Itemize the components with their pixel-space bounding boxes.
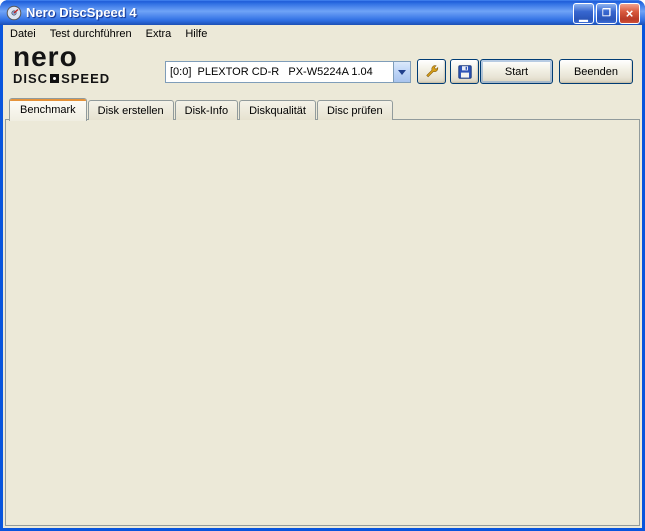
close-icon: × — [625, 6, 634, 21]
options-button[interactable] — [417, 59, 446, 84]
drive-select-value: [0:0] PLEXTOR CD-R PX-W5224A 1.04 — [170, 66, 373, 78]
logo-disc-text: DISC — [13, 71, 49, 86]
tab-disk-info[interactable]: Disk-Info — [174, 100, 239, 120]
app-icon — [6, 5, 22, 20]
tab-diskqualitaet[interactable]: Diskqualität — [239, 100, 316, 120]
close-button[interactable]: × — [619, 3, 640, 24]
nero-brand-text: nero — [13, 41, 78, 72]
menu-item-extra[interactable]: Extra — [139, 26, 179, 42]
client-area: Datei Test durchführen Extra Hilfe nero … — [3, 25, 642, 528]
quit-button[interactable]: Beenden — [559, 59, 633, 84]
dropdown-arrow-button[interactable] — [393, 62, 410, 82]
maximize-icon: ❐ — [602, 8, 611, 19]
menubar: Datei Test durchführen Extra Hilfe — [3, 25, 642, 43]
save-button[interactable] — [450, 59, 479, 84]
nero-logo: nero DISC SPEED — [13, 41, 111, 86]
tab-disk-erstellen[interactable]: Disk erstellen — [87, 100, 174, 120]
window-title: Nero DiscSpeed 4 — [26, 5, 137, 20]
start-button[interactable]: Start — [480, 59, 553, 84]
menu-item-hilfe[interactable]: Hilfe — [178, 26, 214, 42]
minimize-button[interactable]: ▁ — [573, 3, 594, 24]
drive-select[interactable]: [0:0] PLEXTOR CD-R PX-W5224A 1.04 — [165, 61, 411, 83]
menu-item-test-durchfuehren[interactable]: Test durchführen — [43, 26, 139, 42]
tab-strip: Benchmark Disk erstellen Disk-Info Diskq… — [9, 98, 394, 121]
floppy-disk-icon — [457, 64, 472, 79]
titlebar: Nero DiscSpeed 4 ▁ ❐ × — [0, 0, 645, 25]
tab-panel — [5, 119, 640, 526]
chevron-down-icon — [398, 69, 406, 75]
tab-disc-pruefen[interactable]: Disc prüfen — [316, 100, 393, 120]
maximize-button[interactable]: ❐ — [596, 3, 617, 24]
logo-speed-text: SPEED — [61, 71, 111, 86]
minimize-icon: ▁ — [579, 10, 588, 22]
tab-benchmark[interactable]: Benchmark — [9, 98, 87, 121]
wrench-icon — [425, 64, 438, 77]
app-window: Nero DiscSpeed 4 ▁ ❐ × Datei Test durchf… — [0, 0, 645, 531]
disc-square-icon — [50, 74, 60, 83]
menu-item-datei[interactable]: Datei — [3, 26, 43, 42]
